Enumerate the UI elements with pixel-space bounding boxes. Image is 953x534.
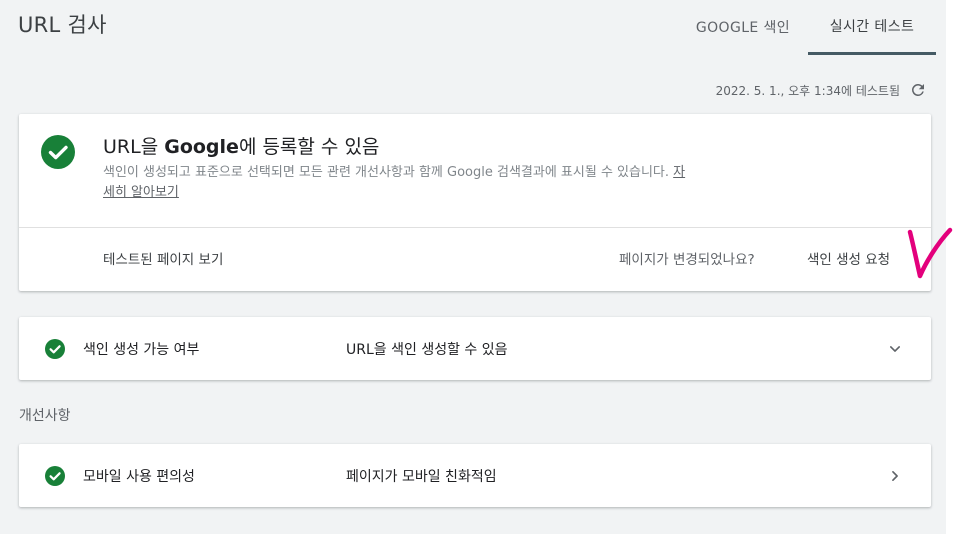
mobile-usability-row[interactable]: 모바일 사용 편의성 페이지가 모바일 친화적임 bbox=[19, 444, 931, 507]
url-inspection-app: URL 검사 GOOGLE 색인 실시간 테스트 2022. 5. 1., 오후… bbox=[0, 0, 953, 534]
description-text: 색인이 생성되고 표준으로 선택되면 모든 관련 개선사항과 함께 Google… bbox=[103, 165, 670, 180]
test-timestamp-bar: 2022. 5. 1., 오후 1:34에 테스트됨 bbox=[716, 80, 928, 100]
tab-google-index[interactable]: GOOGLE 색인 bbox=[680, 0, 806, 55]
page-title: URL 검사 bbox=[18, 13, 107, 37]
enhancements-section-title: 개선사항 bbox=[19, 408, 71, 424]
chevron-right-icon[interactable] bbox=[885, 466, 905, 486]
chevron-down-icon[interactable] bbox=[885, 339, 905, 359]
request-indexing-button[interactable]: 색인 생성 요청 bbox=[807, 248, 890, 268]
view-tested-page-button[interactable]: 테스트된 페이지 보기 bbox=[103, 248, 223, 268]
headline-prefix: URL을 bbox=[103, 136, 159, 158]
tab-live-test[interactable]: 실시간 테스트 bbox=[808, 0, 936, 55]
url-status-card: URL을 Google에 등록할 수 있음 색인이 생성되고 표준으로 선택되면… bbox=[19, 114, 931, 291]
refresh-icon[interactable] bbox=[908, 80, 928, 100]
tab-bar: GOOGLE 색인 실시간 테스트 bbox=[680, 0, 936, 55]
headline-google: Google bbox=[164, 136, 239, 158]
check-circle-icon bbox=[45, 466, 65, 486]
headline-suffix: 에 등록할 수 있음 bbox=[238, 136, 380, 158]
page-changed-question: 페이지가 변경되었나요? bbox=[619, 252, 755, 268]
test-timestamp: 2022. 5. 1., 오후 1:34에 테스트됨 bbox=[715, 83, 900, 98]
indexability-row[interactable]: 색인 생성 가능 여부 URL을 색인 생성할 수 있음 bbox=[19, 317, 931, 380]
indexability-value: URL을 색인 생성할 수 있음 bbox=[346, 342, 508, 358]
status-description: 색인이 생성되고 표준으로 선택되면 모든 관련 개선사항과 함께 Google… bbox=[103, 163, 693, 203]
status-headline: URL을 Google에 등록할 수 있음 bbox=[103, 132, 379, 159]
card-divider bbox=[19, 227, 931, 228]
mobile-usability-label: 모바일 사용 편의성 bbox=[83, 469, 195, 485]
indexability-label: 색인 생성 가능 여부 bbox=[83, 342, 200, 358]
check-circle-icon bbox=[41, 135, 75, 169]
check-circle-icon bbox=[45, 339, 65, 359]
mobile-usability-value: 페이지가 모바일 친화적임 bbox=[346, 469, 497, 485]
